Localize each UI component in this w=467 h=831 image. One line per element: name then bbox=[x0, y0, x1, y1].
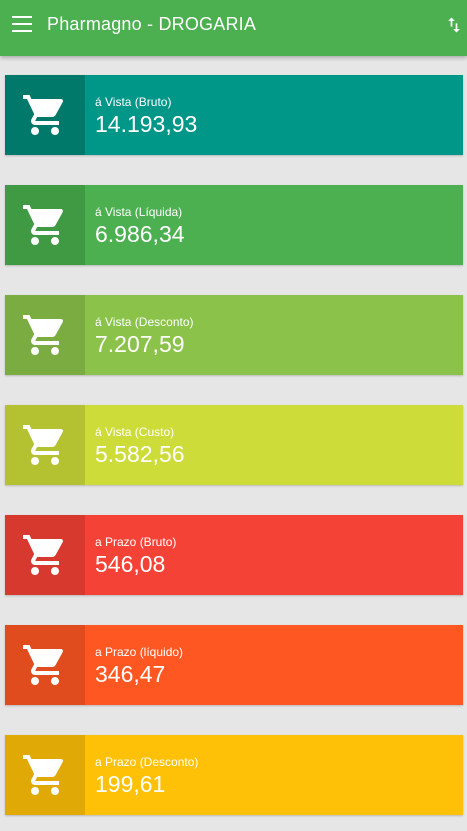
cart-icon bbox=[23, 425, 64, 465]
cart-icon bbox=[23, 645, 64, 685]
card-prazo-bruto[interactable]: a Prazo (Bruto) 546,08 bbox=[5, 515, 463, 595]
card-value: 5.582,56 bbox=[95, 441, 185, 467]
card-value: 546,08 bbox=[95, 551, 166, 577]
card-icon-area bbox=[5, 75, 85, 155]
card-icon-area bbox=[5, 735, 85, 815]
card-icon-area bbox=[5, 625, 85, 705]
card-vista-bruto[interactable]: á Vista (Bruto) 14.193,93 bbox=[5, 75, 463, 155]
card-prazo-liquido[interactable]: a Prazo (líquido) 346,47 bbox=[5, 625, 463, 705]
card-vista-liquida[interactable]: á Vista (Líquida) 6.986,34 bbox=[5, 185, 463, 265]
app-bar: Pharmagno - DROGARIA bbox=[0, 0, 467, 56]
cart-icon bbox=[23, 95, 64, 135]
cart-icon bbox=[23, 535, 64, 575]
card-vista-custo[interactable]: á Vista (Custo) 5.582,56 bbox=[5, 405, 463, 485]
card-label: a Prazo (Bruto) bbox=[95, 535, 177, 549]
card-value: 199,61 bbox=[95, 771, 166, 797]
card-value: 7.207,59 bbox=[95, 331, 185, 357]
card-icon-area bbox=[5, 295, 85, 375]
cart-icon bbox=[23, 205, 64, 245]
menu-icon[interactable] bbox=[12, 16, 32, 32]
cart-icon bbox=[23, 315, 64, 355]
card-icon-area bbox=[5, 405, 85, 485]
card-label: á Vista (Custo) bbox=[95, 425, 175, 439]
card-icon-area bbox=[5, 515, 85, 595]
card-label: á Vista (Desconto) bbox=[95, 315, 194, 329]
card-value: 14.193,93 bbox=[95, 111, 198, 137]
card-icon-area bbox=[5, 185, 85, 265]
card-prazo-desconto[interactable]: a Prazo (Desconto) 199,61 bbox=[5, 735, 463, 815]
sort-icon[interactable] bbox=[444, 14, 464, 36]
card-value: 346,47 bbox=[95, 661, 166, 687]
cart-icon bbox=[23, 755, 64, 795]
card-label: a Prazo (líquido) bbox=[95, 645, 184, 659]
card-label: á Vista (Líquida) bbox=[95, 205, 183, 219]
page-title: Pharmagno - DROGARIA bbox=[47, 14, 257, 34]
card-value: 6.986,34 bbox=[95, 221, 185, 247]
card-label: a Prazo (Desconto) bbox=[95, 755, 199, 769]
card-label: á Vista (Bruto) bbox=[95, 95, 172, 109]
card-vista-desconto[interactable]: á Vista (Desconto) 7.207,59 bbox=[5, 295, 463, 375]
